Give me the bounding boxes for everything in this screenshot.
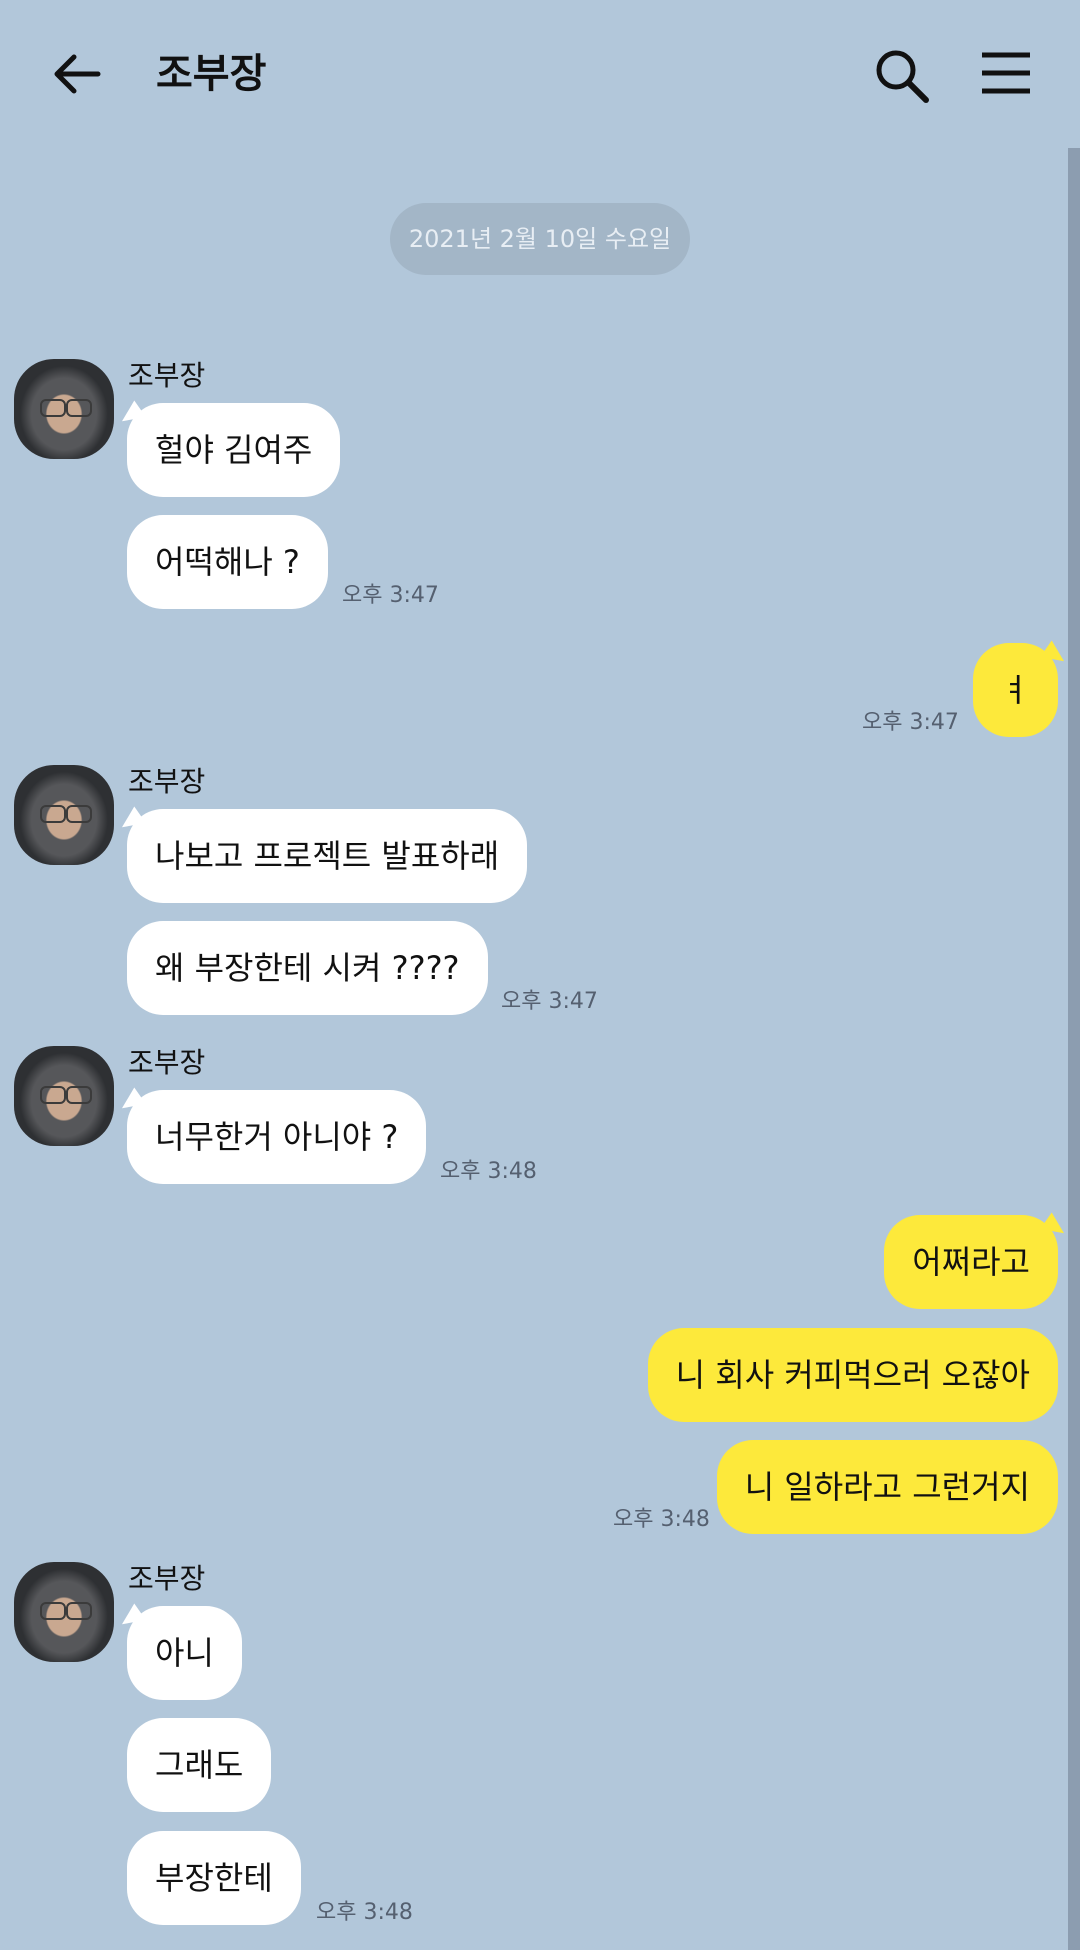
sender-name: 조부장 — [128, 1046, 206, 1079]
arrow-left-icon[interactable] — [50, 47, 104, 101]
message-bubble-incoming[interactable]: 헐야 김여주 — [127, 403, 341, 497]
message-bubble-incoming[interactable]: 어떡해나 ? — [127, 515, 328, 609]
avatar[interactable] — [14, 1046, 114, 1146]
hamburger-menu-icon[interactable] — [980, 50, 1032, 96]
date-divider: 2021년 2월 10일 수요일 — [390, 203, 690, 275]
message-bubble-outgoing[interactable]: ㅕ — [972, 643, 1058, 737]
avatar[interactable] — [14, 765, 114, 865]
message-time: 오후 3:48 — [440, 1159, 537, 1184]
search-icon[interactable] — [873, 47, 931, 105]
message-time: 오후 3:48 — [316, 1900, 413, 1925]
message-bubble-incoming[interactable]: 너무한거 아니야 ? — [127, 1090, 427, 1184]
message-bubble-outgoing[interactable]: 니 일하라고 그런거지 — [716, 1440, 1058, 1534]
chat-title: 조부장 — [156, 51, 267, 97]
sender-name: 조부장 — [128, 1562, 206, 1595]
message-bubble-incoming[interactable]: 부장한테 — [127, 1831, 301, 1925]
message-bubble-incoming[interactable]: 왜 부장한테 시켜 ???? — [127, 921, 488, 1015]
message-bubble-incoming[interactable]: 나보고 프로젝트 발표하래 — [127, 809, 528, 903]
chat-header: 조부장 — [0, 0, 1080, 148]
avatar[interactable] — [14, 1562, 114, 1662]
message-time: 오후 3:47 — [342, 583, 439, 608]
message-time: 오후 3:48 — [613, 1507, 710, 1532]
sender-name: 조부장 — [128, 359, 206, 392]
message-bubble-incoming[interactable]: 아니 — [127, 1606, 242, 1700]
message-bubble-incoming[interactable]: 그래도 — [127, 1718, 272, 1812]
sender-name: 조부장 — [128, 765, 206, 798]
scrollbar[interactable] — [1068, 148, 1080, 1950]
message-bubble-outgoing[interactable]: 어쩌라고 — [884, 1215, 1058, 1309]
message-time: 오후 3:47 — [501, 989, 598, 1014]
message-time: 오후 3:47 — [862, 710, 959, 735]
message-bubble-outgoing[interactable]: 니 회사 커피먹으러 오잖아 — [647, 1328, 1058, 1422]
avatar[interactable] — [14, 359, 114, 459]
